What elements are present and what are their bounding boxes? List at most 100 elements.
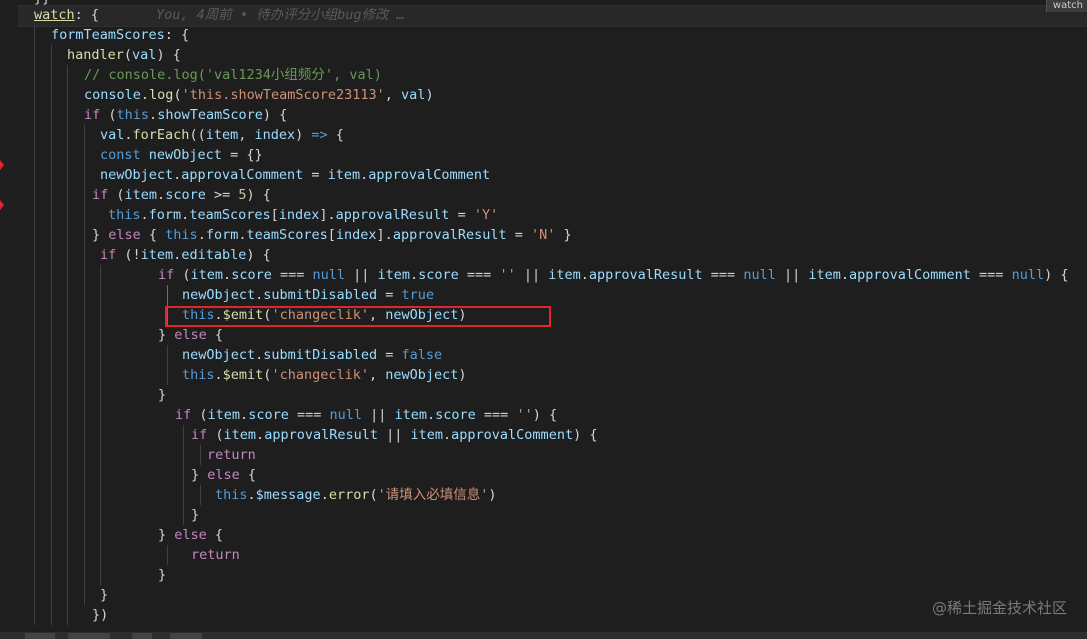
token-punct: .: [124, 127, 133, 143]
code-line[interactable]: console.log('this.showTeamScore23113', v…: [84, 85, 434, 105]
status-item[interactable]: [132, 633, 152, 639]
code-line[interactable]: }: [191, 505, 199, 525]
code-line[interactable]: return: [207, 445, 256, 465]
token-punct: {: [140, 227, 166, 243]
code-line[interactable]: watch: { You, 4周前 • 待办评分小组bug修改 …: [34, 5, 405, 25]
code-line[interactable]: } else {: [158, 525, 223, 545]
code-line[interactable]: if (item.score >= 5) {: [92, 185, 271, 205]
token-error: error: [328, 487, 370, 503]
code-line[interactable]: if (this.showTeamScore) {: [84, 105, 287, 125]
indent-guide: [200, 485, 201, 505]
code-line[interactable]: // console.log('val1234小组频分', val): [84, 65, 382, 85]
token-punct: ===: [288, 407, 330, 423]
token-approvalComment: approvalComment: [368, 167, 491, 183]
token-item: item: [207, 407, 241, 423]
token-if: if: [84, 107, 101, 123]
indent-guide: [167, 545, 168, 565]
token-punct: .: [443, 427, 452, 443]
token-item: item: [327, 167, 361, 183]
code-line[interactable]: const newObject = {}: [100, 145, 263, 165]
code-line[interactable]: handler(val) {: [67, 45, 181, 65]
token-punct: }: [158, 327, 175, 343]
code-line[interactable]: } else { this.form.teamScores[index].app…: [92, 225, 572, 245]
token-punct: {: [206, 327, 224, 343]
code-line[interactable]: } else {: [191, 465, 256, 485]
token-teamScores: teamScores: [246, 227, 328, 243]
token-val: val: [132, 47, 157, 63]
code-line[interactable]: if (!item.editable) {: [100, 245, 271, 265]
token-index: index: [254, 127, 296, 143]
token-approvalComment: approvalComment: [849, 267, 971, 283]
token-handler: handler: [67, 47, 124, 63]
token-punct: ||: [515, 267, 549, 283]
token-punct: =: [449, 207, 474, 223]
token-string: '请填入必填信息': [377, 487, 489, 503]
token-null: null: [329, 407, 362, 423]
token-console: console: [84, 87, 141, 103]
code-line[interactable]: newObject.submitDisabled = true: [182, 285, 434, 305]
token-punct: {: [239, 467, 257, 483]
code-line[interactable]: this.$emit('changeclik', newObject): [182, 365, 467, 385]
token-punct: .: [223, 267, 232, 283]
code-line[interactable]: newObject.approvalComment = item.approva…: [100, 165, 490, 185]
token-log: log: [149, 87, 174, 103]
token-else: else: [174, 527, 207, 543]
code-line[interactable]: this.$message.error('请填入必填信息'): [215, 485, 497, 505]
token-string: '': [499, 267, 516, 283]
token-punct: .: [157, 187, 166, 203]
token-punct: ) {: [246, 247, 271, 263]
token-punct: }: [158, 387, 167, 403]
gutter-change-marker[interactable]: [0, 160, 4, 170]
token-punct: .: [427, 407, 436, 423]
token-punct: .: [247, 487, 256, 503]
code-line[interactable]: return: [191, 545, 240, 565]
token-forEach: forEach: [132, 127, 190, 143]
watermark: @稀土掘金技术社区: [931, 599, 1067, 617]
status-item[interactable]: [68, 633, 110, 639]
token-val: val: [100, 127, 125, 143]
token-index: index: [278, 207, 320, 223]
token-punct: {: [327, 127, 344, 143]
code-line[interactable]: newObject.submitDisabled = false: [182, 345, 442, 365]
status-item[interactable]: [25, 633, 55, 639]
code-line[interactable]: } else {: [158, 325, 223, 345]
code-line[interactable]: }: [158, 565, 166, 585]
token-score: score: [165, 187, 206, 203]
token-approvalComment: approvalComment: [181, 167, 304, 183]
code-line[interactable]: }): [92, 605, 108, 625]
token-arrow: =>: [311, 127, 328, 143]
token-punct: =: [506, 227, 531, 243]
token-punct: [: [270, 207, 279, 223]
token-punct: ||: [361, 407, 395, 423]
gutter-change-marker[interactable]: [0, 200, 4, 210]
token-comment: // console.log('val1234小组频分', val): [84, 67, 382, 83]
token-punct: (!: [116, 247, 141, 263]
token-punct: [: [327, 227, 336, 243]
token-approvalResult: approvalResult: [392, 227, 507, 243]
token-punct: ) {: [532, 407, 558, 423]
token-newObject: newObject: [182, 287, 256, 303]
token-null: null: [743, 267, 776, 283]
code-editor[interactable]: }} watch: { You, 4周前 • 待办评分小组bug修改 … for…: [0, 0, 1087, 632]
code-line[interactable]: if (item.score === null || item.score ==…: [175, 405, 557, 425]
token-punct: ,: [384, 87, 402, 103]
token-punct: .: [320, 487, 329, 503]
code-line[interactable]: formTeamScores: {: [51, 25, 189, 45]
token-punct: (: [173, 87, 182, 103]
status-bar: [0, 632, 1087, 639]
token-punct: ) {: [262, 107, 288, 123]
code-line[interactable]: }: [158, 385, 166, 405]
code-line[interactable]: if (item.score === null || item.score ==…: [158, 265, 1068, 285]
watch-badge[interactable]: watch: [1045, 0, 1087, 12]
token-string: '': [516, 407, 533, 423]
status-item[interactable]: [170, 633, 202, 639]
token-message: $message: [255, 487, 321, 503]
token-punct: .: [140, 87, 150, 103]
code-line[interactable]: val.forEach((item, index) => {: [100, 125, 344, 145]
code-line[interactable]: this.form.teamScores[index].approvalResu…: [108, 205, 498, 225]
token-punct: }: [92, 227, 109, 243]
code-line[interactable]: if (item.approvalResult || item.approval…: [191, 425, 597, 445]
code-line[interactable]: }: [100, 585, 108, 605]
